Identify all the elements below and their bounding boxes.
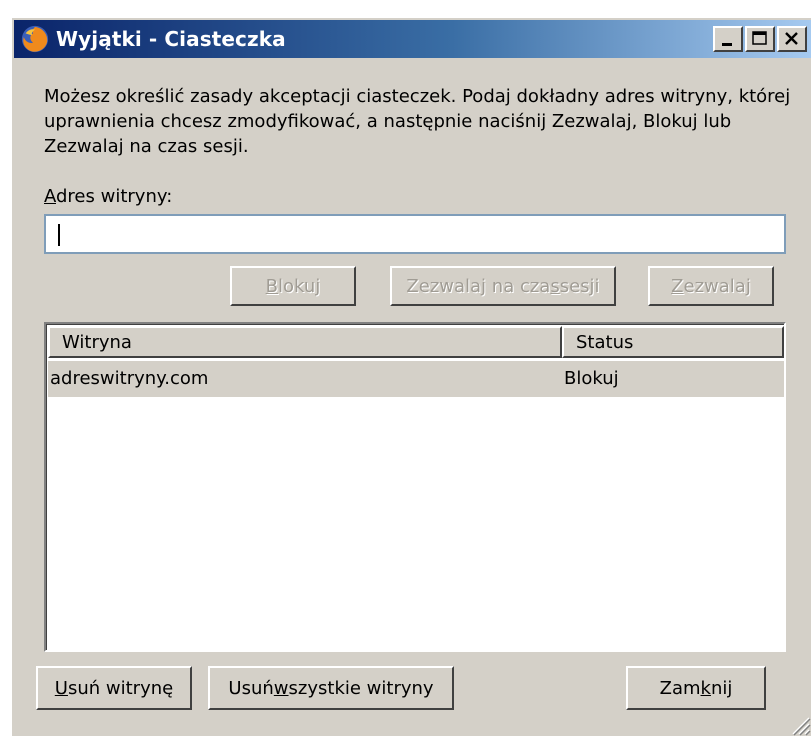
address-label-text: dres witryny: [56, 186, 173, 207]
column-header-status[interactable]: Status [562, 326, 784, 358]
text-caret [58, 224, 60, 246]
address-label: Adres witryny: [44, 186, 172, 207]
remove-all-sites-button[interactable]: Usuń w szystkie witryny [208, 666, 454, 710]
close-icon [785, 32, 798, 45]
instructions-text: Możesz określić zasady akceptacji ciaste… [44, 86, 791, 157]
close-dialog-button[interactable]: Zam k nij [626, 666, 766, 710]
address-input[interactable] [44, 214, 786, 254]
minimize-button[interactable] [713, 26, 743, 52]
allow-session-button[interactable]: Zezwalaj na cza s sesji [390, 266, 616, 306]
window-controls [713, 26, 807, 52]
allow-button[interactable]: Zezwalaj [648, 266, 774, 306]
table-row[interactable]: adreswitryny.com Blokuj [48, 361, 784, 397]
minimize-icon [722, 43, 732, 46]
resize-grip-icon[interactable] [787, 712, 811, 736]
site-cell: adreswitryny.com [50, 368, 209, 389]
remove-site-button[interactable]: Usuń witrynę [36, 666, 192, 710]
title-bar[interactable]: Wyjątki - Ciasteczka [14, 20, 811, 58]
column-header-site[interactable]: Witryna [48, 326, 562, 358]
status-cell: Blokuj [564, 368, 619, 389]
exceptions-list[interactable]: Witryna Status adreswitryny.com Blokuj [44, 322, 786, 652]
maximize-button[interactable] [745, 26, 775, 52]
close-button[interactable] [777, 26, 807, 52]
cookie-exceptions-dialog: Wyjątki - Ciasteczka Możesz określić zas… [10, 16, 811, 736]
window-title: Wyjątki - Ciasteczka [56, 27, 286, 51]
block-button[interactable]: Blokuj [230, 266, 356, 306]
address-label-mnemonic: A [44, 186, 56, 207]
firefox-icon [21, 25, 49, 53]
maximize-icon [752, 31, 767, 45]
